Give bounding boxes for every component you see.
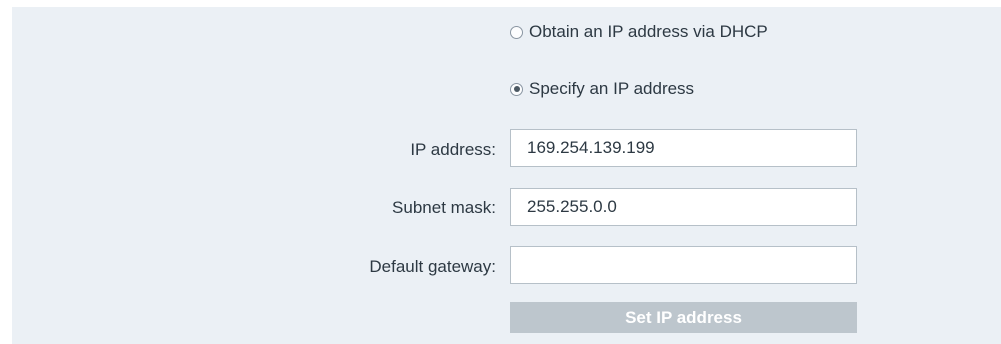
dhcp-option-label: Obtain an IP address via DHCP — [529, 22, 768, 41]
ip-settings-panel — [12, 7, 1001, 344]
set-ip-address-button[interactable]: Set IP address — [510, 302, 857, 333]
static-ip-option-label: Specify an IP address — [529, 79, 695, 98]
subnet-mask-input[interactable] — [510, 188, 857, 226]
static-ip-radio[interactable] — [510, 82, 523, 96]
ip-address-label: IP address: — [410, 140, 496, 159]
subnet-mask-label: Subnet mask: — [392, 198, 496, 217]
default-gateway-input[interactable] — [510, 246, 857, 284]
dhcp-option[interactable]: Obtain an IP address via DHCP — [510, 20, 768, 44]
default-gateway-label: Default gateway: — [369, 257, 496, 276]
ip-address-input[interactable] — [510, 129, 857, 167]
static-ip-option[interactable]: Specify an IP address — [510, 77, 694, 101]
dhcp-radio[interactable] — [510, 25, 523, 39]
